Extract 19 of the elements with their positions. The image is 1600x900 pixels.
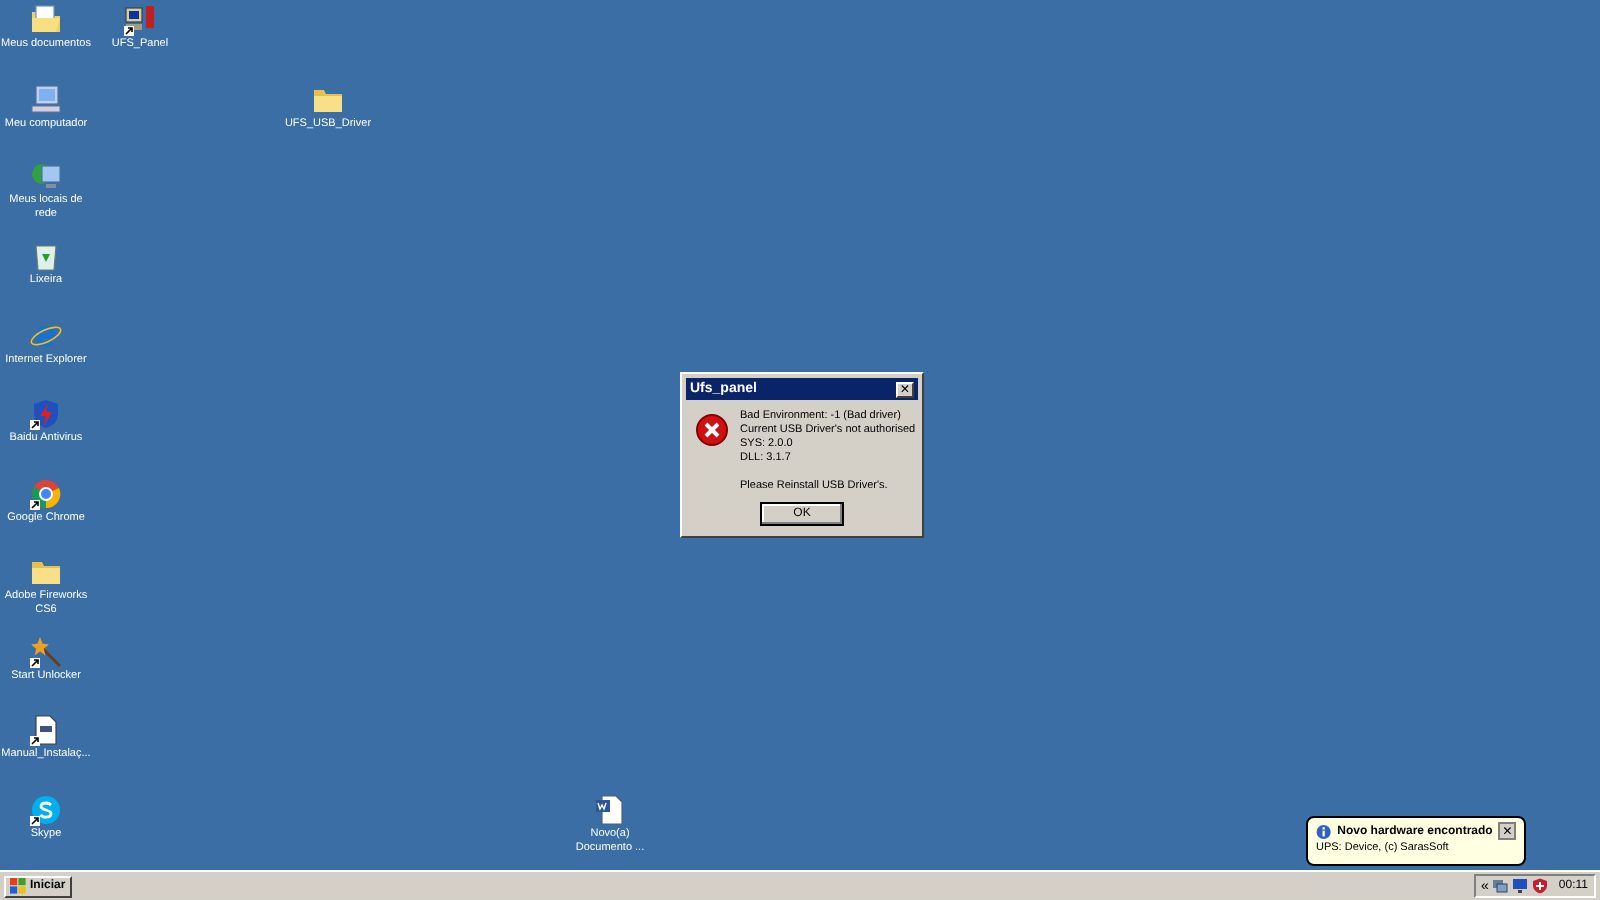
- document-icon[interactable]: [594, 794, 626, 826]
- shield-icon[interactable]: [30, 398, 62, 430]
- recycle-bin-icon[interactable]: [30, 240, 62, 272]
- shield-icon[interactable]: [1532, 878, 1549, 894]
- folder-icon[interactable]: [30, 556, 62, 588]
- documents-folder-icon[interactable]: [30, 4, 62, 36]
- close-button[interactable]: ×: [896, 381, 914, 397]
- info-icon: [1316, 823, 1332, 839]
- network-icon[interactable]: [30, 160, 62, 192]
- chat-app-icon[interactable]: [30, 794, 62, 826]
- folder-icon[interactable]: [312, 84, 344, 116]
- network-icon[interactable]: [1492, 878, 1509, 894]
- computer-icon[interactable]: [124, 4, 156, 36]
- windows-logo-icon: [10, 878, 26, 894]
- close-button[interactable]: ×: [1498, 822, 1516, 840]
- document-icon[interactable]: [30, 714, 62, 746]
- monitor-icon[interactable]: [1512, 878, 1529, 894]
- magic-wand-icon[interactable]: [30, 636, 62, 668]
- error-icon: [696, 414, 728, 446]
